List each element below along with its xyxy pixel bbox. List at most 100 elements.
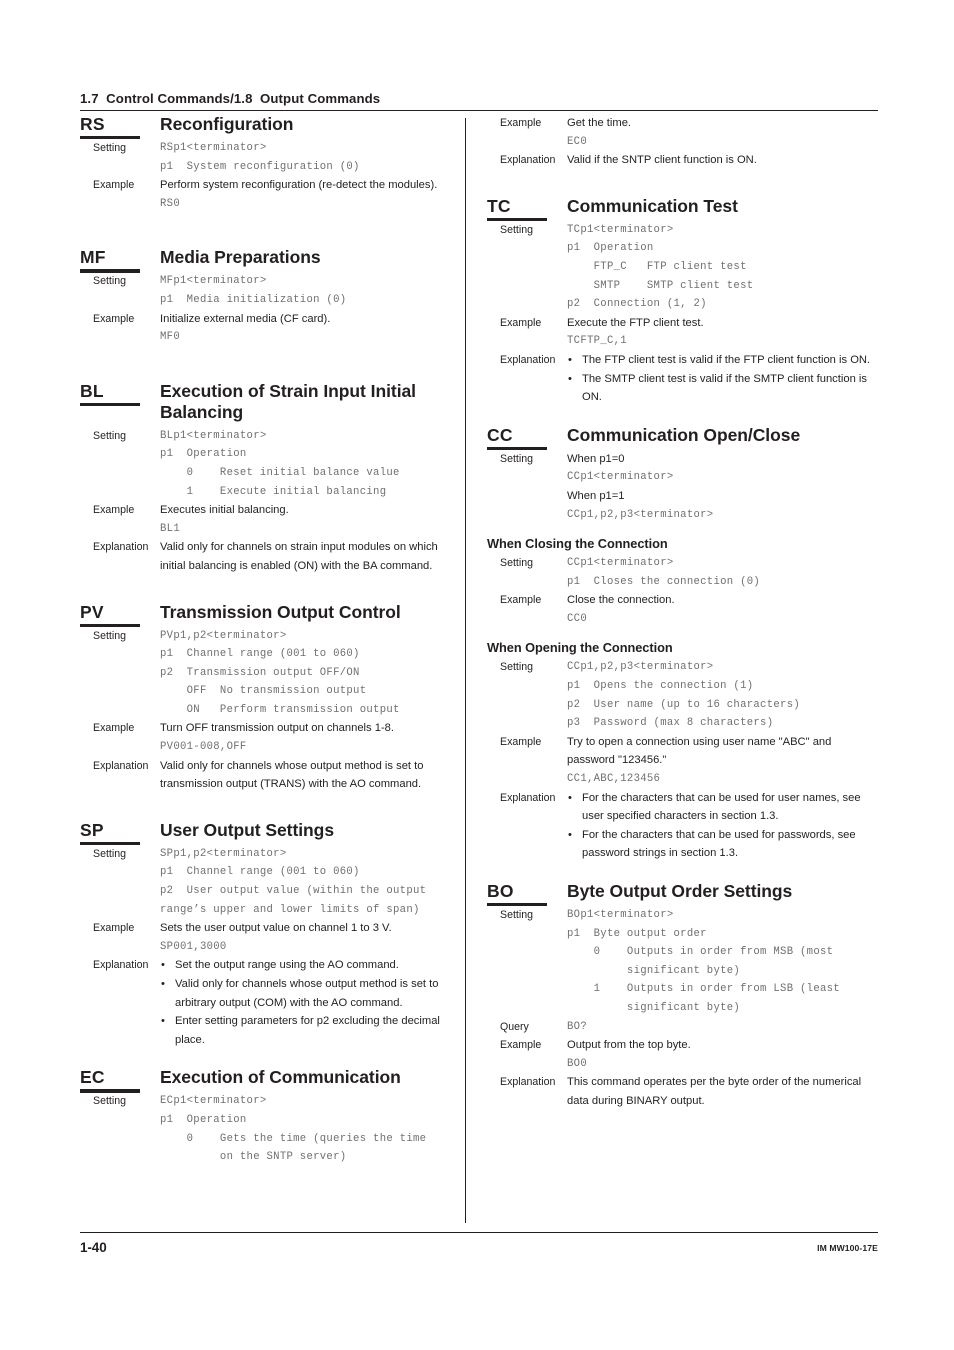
setting-param-p2-line1: p2 User output value (within the output [160, 885, 427, 898]
bullet-icon: • [568, 828, 572, 841]
row-label-explanation: Explanation [93, 959, 149, 972]
row-label-setting: Setting [93, 429, 126, 442]
command-title-cc: Communication Open/Close [567, 424, 801, 445]
bullet-icon: • [161, 1015, 165, 1028]
row-body: CCp1,p2,p3<terminator> p1 Opens the conn… [567, 658, 872, 732]
setting-param-option-1-line1: 1 Outputs in order from LSB (least [567, 983, 840, 996]
command-title-bo: Byte Output Order Settings [567, 881, 793, 901]
row-body: Turn OFF transmission output on channels… [160, 719, 465, 756]
row-explanation: Explanation • Set the output range using … [80, 956, 465, 1049]
row-label-setting: Setting [93, 629, 126, 642]
command-block-sp: SP User Output Settings Setting SPp1,p2<… [80, 820, 465, 1050]
row-label-example: Example [500, 117, 542, 129]
example-text: Get the time. [567, 117, 632, 129]
example-text: Close the connection. [567, 594, 675, 607]
example-code: CC1,ABC,123456 [567, 773, 661, 786]
row-body: MFp1<terminator> p1 Media initialization… [160, 272, 465, 309]
row-body: Sets the user output value on channel 1 … [160, 919, 465, 956]
command-title-pv: Transmission Output Control [160, 601, 401, 622]
row-body: Output from the top byte. BO0 [567, 1036, 872, 1073]
explanation-text: Valid if the SNTP client function is ON. [567, 154, 757, 167]
example-code: BO0 [567, 1057, 587, 1070]
row-example: Example Perform system reconfiguration (… [80, 176, 465, 213]
running-header-text: 1.7 Control Commands/1.8 Output Commands [80, 91, 381, 106]
setting-param-option-0-line2: significant byte) [567, 964, 741, 977]
row-label-setting: Setting [500, 909, 533, 921]
explanation-bullet-text: Enter setting parameters for p2 excludin… [175, 1015, 444, 1046]
command-code-ec: EC [80, 1067, 105, 1088]
row-label-example: Example [93, 179, 135, 192]
command-block-mf: MF Media Preparations Setting MFp1<termi… [80, 247, 465, 346]
setting-syntax-p1-0: CCp1<terminator> [567, 471, 674, 484]
row-label-setting: Setting [500, 557, 533, 570]
explanation-bullet-text: Valid only for channels whose output met… [175, 978, 442, 1009]
setting-syntax: SPp1,p2<terminator> [160, 847, 287, 860]
command-title-rs: Reconfiguration [160, 114, 294, 134]
row-setting: Setting ECp1<terminator> p1 Operation 0 … [80, 1092, 465, 1166]
left-column: RS Reconfiguration Setting RSp1<terminat… [80, 114, 465, 1167]
explanation-bullet: • Enter setting parameters for p2 excludi… [160, 1012, 465, 1049]
example-text: Initialize external media (CF card). [160, 312, 331, 325]
setting-param-p1: p1 Opens the connection (1) [567, 680, 754, 693]
row-explanation: Explanation Valid only for channels whos… [80, 757, 465, 794]
setting-syntax: MFp1<terminator> [160, 275, 267, 288]
row-body: RSp1<terminator> p1 System reconfigurati… [160, 139, 465, 176]
row-body: SPp1,p2<terminator> p1 Channel range (00… [160, 845, 465, 919]
setting-param-p2: p2 Connection (1, 2) [567, 298, 707, 311]
row-explanation: Explanation • For the characters that can… [487, 789, 872, 863]
setting-syntax: CCp1<terminator> [567, 557, 674, 570]
row-label-setting: Setting [93, 142, 126, 154]
row-label-explanation: Explanation [500, 154, 556, 167]
setting-param-p2-line2: range’s upper and lower limits of span) [160, 903, 420, 916]
example-code: EC0 [567, 135, 587, 148]
row-body: CCp1<terminator> p1 Closes the connectio… [567, 554, 872, 591]
row-label-explanation: Explanation [500, 353, 556, 366]
row-body: Try to open a connection using user name… [567, 733, 872, 789]
row-body: TCp1<terminator> p1 Operation FTP_C FTP … [567, 221, 872, 314]
row-body: BLp1<terminator> p1 Operation 0 Reset in… [160, 427, 465, 501]
setting-condition-p1-1: When p1=1 [567, 489, 625, 502]
setting-syntax: TCp1<terminator> [567, 223, 674, 236]
command-block-pv: PV Transmission Output Control Setting P… [80, 602, 465, 794]
command-block-ec-continued: Example Get the time. EC0 Explanation Va… [487, 114, 872, 170]
setting-syntax: BOp1<terminator> [567, 909, 674, 921]
command-code-underline [80, 402, 140, 407]
command-title-bl: Execution of Strain Input Initial Balanc… [160, 380, 416, 422]
setting-param-p1: p1 Closes the connection (0) [567, 575, 761, 588]
command-title-ec: Execution of Communication [160, 1067, 401, 1088]
row-label-example: Example [93, 504, 135, 517]
command-title-tc: Communication Test [567, 195, 738, 216]
footer-rule [80, 1232, 878, 1233]
command-code-rs: RS [80, 114, 105, 134]
setting-syntax: CCp1,p2,p3<terminator> [567, 661, 714, 674]
explanation-bullet-text: For the characters that can be used for … [582, 828, 859, 860]
command-header-rs: RS Reconfiguration [80, 114, 465, 140]
explanation-bullet-text: The SMTP client test is valid if the SMT… [582, 372, 871, 404]
command-title-mf: Media Preparations [160, 247, 321, 268]
row-body: ECp1<terminator> p1 Operation 0 Gets the… [160, 1092, 465, 1166]
row-setting: Setting TCp1<terminator> p1 Operation FT… [487, 221, 872, 314]
row-body: • For the characters that can be used for… [567, 789, 872, 863]
row-body: Get the time. EC0 [567, 114, 872, 151]
row-label-setting: Setting [93, 275, 126, 288]
setting-param-p1: p1 Operation [567, 242, 654, 255]
explanation-bullet-text: The FTP client test is valid if the FTP … [582, 353, 871, 366]
setting-param-p1: p1 Media initialization (0) [160, 293, 347, 306]
row-label-explanation: Explanation [93, 541, 149, 554]
row-query: Query BO? [487, 1018, 872, 1037]
command-code-sp: SP [80, 819, 104, 840]
setting-param-option-ftp: FTP_C FTP client test [567, 260, 747, 273]
setting-param-option-1-line2: significant byte) [567, 1001, 741, 1014]
row-label-example: Example [500, 594, 542, 607]
example-text: Execute the FTP client test. [567, 316, 704, 329]
row-label-example: Example [500, 1039, 542, 1052]
row-label-setting: Setting [500, 223, 533, 236]
row-setting: Setting BLp1<terminator> p1 Operation 0 … [80, 427, 465, 501]
row-label-setting: Setting [500, 452, 533, 465]
row-body: BO? [567, 1018, 872, 1037]
